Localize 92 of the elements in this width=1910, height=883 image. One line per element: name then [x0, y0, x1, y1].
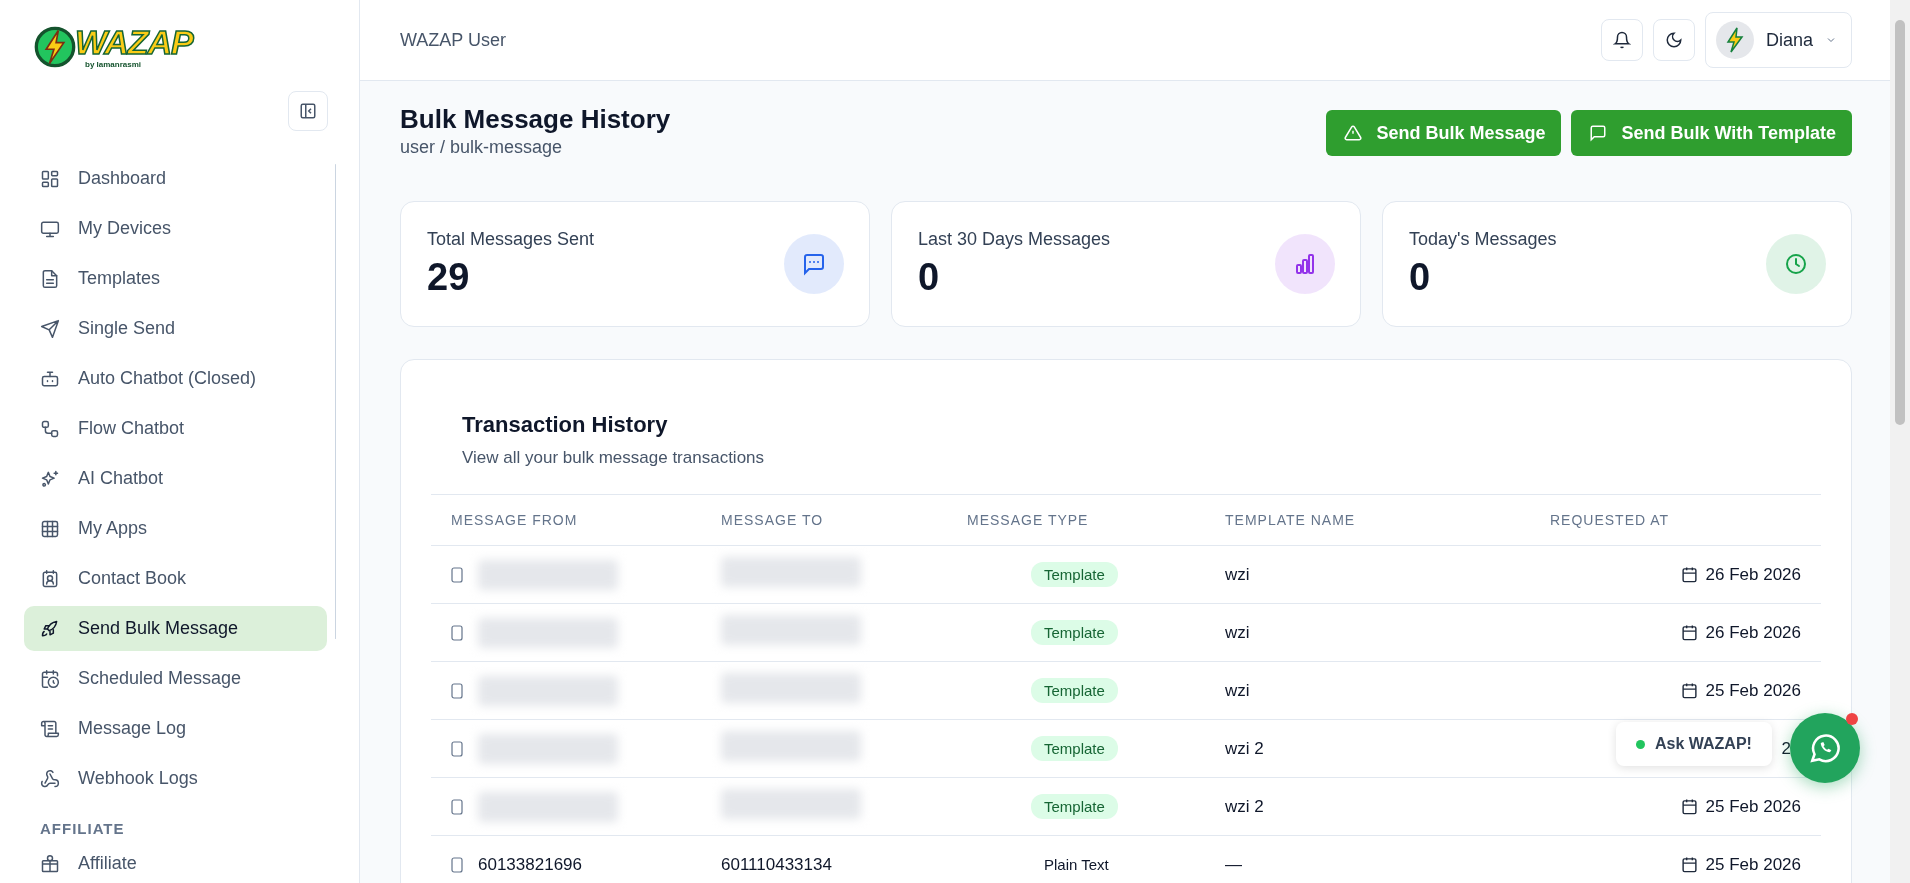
notification-dot	[1846, 713, 1858, 725]
moon-icon	[1664, 31, 1683, 49]
stat-label: Total Messages Sent	[427, 229, 595, 250]
phone-icon	[451, 856, 463, 873]
sidebar-toggle-icon	[299, 102, 317, 120]
scrollbar[interactable]	[1890, 0, 1910, 883]
sidebar-item[interactable]: Contact Book	[24, 556, 327, 601]
webhook-icon	[40, 768, 60, 789]
sidebar-item[interactable]: My Devices	[24, 206, 327, 251]
bell-icon	[1612, 31, 1631, 49]
table-cell: wzi 2	[1225, 796, 1264, 816]
calendar-icon	[1680, 856, 1698, 873]
avatar	[1715, 21, 1754, 59]
sidebar-item[interactable]: Scheduled Message	[24, 656, 327, 701]
table-cell: 60133821696	[478, 854, 582, 875]
logo-tagline: by lamanrasmi	[85, 60, 143, 69]
section-heading: AFFILIATE	[39, 819, 126, 839]
page-title: Bulk Message History	[400, 104, 671, 135]
rocket-icon	[40, 618, 60, 639]
table-cell: 26 Feb 2026	[1705, 564, 1801, 585]
table-cell: —	[1225, 854, 1242, 874]
type-badge: Template	[1031, 677, 1118, 703]
table-cell: 25 Feb 2026	[1705, 796, 1801, 817]
header-title: WAZAP User	[400, 29, 506, 51]
table-cell: 601110433134	[721, 854, 832, 874]
gift-icon	[40, 854, 60, 874]
stat-label: Today's Messages	[1409, 229, 1557, 250]
table-cell: wzi	[1225, 622, 1250, 642]
calendar-icon	[1680, 798, 1698, 815]
flow-icon	[40, 418, 60, 439]
sidebar-item[interactable]: Webhook Logs	[24, 756, 327, 801]
collapse-sidebar-button[interactable]	[288, 91, 328, 131]
sidebar-item[interactable]: Flow Chatbot	[24, 406, 327, 451]
whatsapp-icon	[1808, 731, 1842, 765]
notifications-button[interactable]	[1600, 19, 1643, 61]
stat-value: 0	[1409, 256, 1432, 299]
theme-toggle-button[interactable]	[1652, 19, 1695, 61]
paper-plane-icon	[40, 318, 60, 339]
sidebar-item[interactable]: AI Chatbot	[24, 456, 327, 501]
column-header: MESSAGE FROM	[431, 494, 721, 546]
breadcrumb: user / bulk-message	[400, 137, 564, 158]
table-title: Transaction History	[462, 412, 669, 438]
sidebar-item[interactable]: Dashboard	[24, 156, 327, 201]
column-header: MESSAGE TO	[721, 494, 967, 546]
sidebar-item[interactable]: Affiliate	[24, 844, 327, 874]
table-cell: wzi 2	[1225, 738, 1264, 758]
column-header: MESSAGE TYPE	[967, 494, 1225, 546]
user-menu-button[interactable]: Diana	[1704, 12, 1852, 68]
document-icon	[40, 268, 60, 289]
type-badge: Template	[1031, 793, 1118, 819]
type-badge: Template	[1031, 561, 1118, 587]
sidebar-item[interactable]: Templates	[24, 256, 327, 301]
table-cell-text: Plain Text	[1043, 855, 1109, 873]
scrollbar[interactable]	[335, 164, 336, 639]
sidebar-item[interactable]: Auto Chatbot (Closed)	[24, 356, 327, 401]
type-badge: Template	[1031, 735, 1118, 761]
grid-icon	[40, 168, 60, 189]
column-header: REQUESTED AT	[1550, 494, 1821, 546]
chat-tooltip[interactable]: Ask WAZAP!	[1616, 722, 1772, 766]
scroll-icon	[40, 718, 60, 739]
table-subtitle: View all your bulk message transactions	[462, 448, 766, 468]
calendar-icon	[1680, 566, 1698, 583]
phone-icon	[451, 682, 463, 699]
type-badge: Template	[1031, 619, 1118, 645]
sidebar-item[interactable]: My Apps	[24, 506, 327, 551]
table-cell: wzi	[1225, 564, 1250, 584]
table-cell: 2	[1781, 738, 1791, 759]
warning-icon	[1344, 124, 1363, 142]
table-cell: 26 Feb 2026	[1705, 622, 1801, 643]
calendar-icon	[1680, 682, 1698, 699]
column-header: TEMPLATE NAME	[1225, 494, 1550, 546]
sparkle-icon	[40, 468, 60, 489]
table-cell: wzi	[1225, 680, 1250, 700]
table-cell: 25 Feb 2026	[1705, 680, 1801, 701]
phone-icon	[451, 798, 463, 815]
phone-icon	[451, 566, 463, 583]
table-icon	[40, 518, 60, 539]
stat-label: Last 30 Days Messages	[918, 229, 1111, 250]
sidebar-item[interactable]: Message Log	[24, 706, 327, 751]
table-cell: 25 Feb 2026	[1705, 854, 1801, 875]
contact-card-icon	[40, 568, 60, 589]
sidebar-item[interactable]: Single Send	[24, 306, 327, 351]
calendar-icon	[1680, 624, 1698, 641]
phone-icon	[451, 624, 463, 641]
stat-value: 29	[427, 256, 471, 299]
calendar-clock-icon	[40, 668, 60, 689]
phone-icon	[451, 740, 463, 757]
logo-text: WAZAP	[75, 24, 193, 60]
chat-icon	[1589, 124, 1608, 142]
stat-value: 0	[918, 256, 941, 299]
bolt-icon	[33, 24, 77, 69]
sidebar-item[interactable]: Send Bulk Message	[24, 606, 327, 651]
